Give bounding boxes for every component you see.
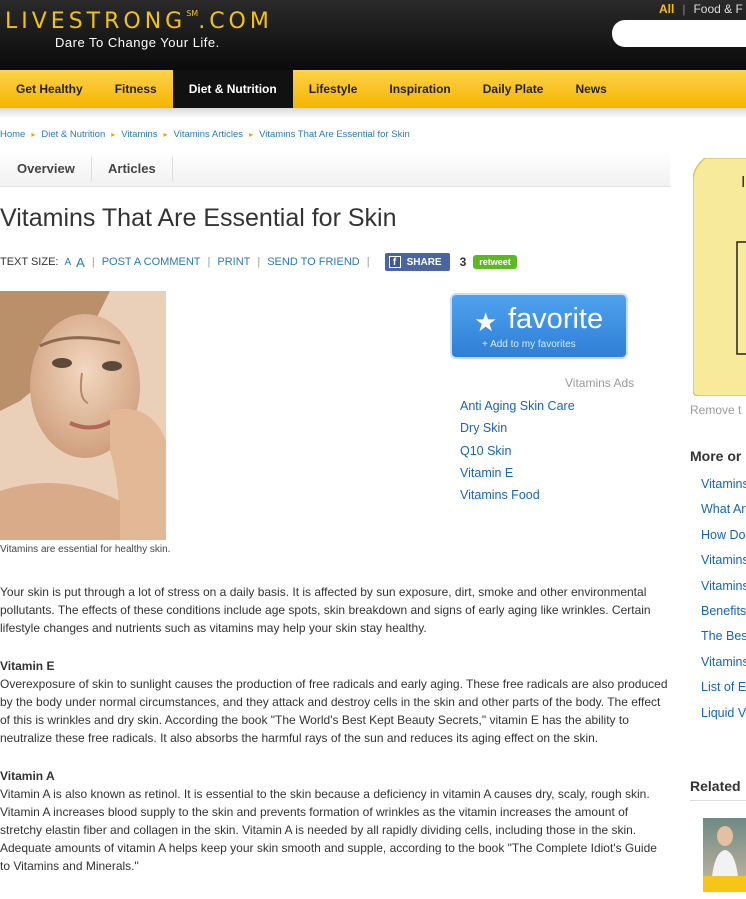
- sub-tabs: Overview Articles: [0, 151, 670, 187]
- divider: |: [257, 256, 261, 268]
- intro-paragraph: Your skin is put through a lot of stress…: [0, 585, 651, 635]
- related-caption-bar: [703, 876, 746, 892]
- top-link-food[interactable]: Food & F: [693, 2, 742, 16]
- breadcrumb-diet-nutrition[interactable]: Diet & Nutrition: [41, 129, 105, 140]
- share-label: SHARE: [406, 256, 442, 268]
- text-size-small-button[interactable]: A: [64, 257, 71, 268]
- ad-link[interactable]: Q10 Skin: [460, 444, 575, 466]
- more-on-heading: More or: [690, 448, 742, 464]
- main-nav: Get Healthy Fitness Diet & Nutrition Lif…: [0, 70, 746, 108]
- breadcrumb-current[interactable]: Vitamins That Are Essential for Skin: [259, 129, 410, 140]
- more-link[interactable]: Vitamins: [701, 553, 746, 578]
- more-link[interactable]: Vitamins: [701, 655, 746, 680]
- ad-link[interactable]: Vitamin E: [460, 466, 575, 488]
- more-link[interactable]: Vitamins: [701, 477, 746, 502]
- divider: |: [366, 256, 370, 268]
- more-links: Vitamins What Ar How Do Vitamins Vitamin…: [701, 477, 746, 731]
- section-heading: Vitamin A: [0, 769, 55, 783]
- text-size-label: TEXT SIZE:: [0, 256, 59, 268]
- nav-shadow: [0, 108, 746, 118]
- tab-articles[interactable]: Articles: [108, 161, 156, 176]
- favorite-sub-label: + Add to my favorites: [482, 339, 576, 350]
- facebook-icon: f: [388, 256, 401, 268]
- related-heading: Related: [690, 778, 741, 794]
- article-image: [0, 291, 166, 540]
- page-title: Vitamins That Are Essential for Skin: [0, 204, 397, 232]
- more-link[interactable]: Liquid V: [701, 706, 746, 731]
- nav-lifestyle[interactable]: Lifestyle: [293, 70, 374, 108]
- sticky-note-icon: [692, 157, 746, 397]
- retweet-button[interactable]: retweet: [473, 255, 517, 269]
- nav-inspiration[interactable]: Inspiration: [373, 70, 466, 108]
- ads-links: Anti Aging Skin Care Dry Skin Q10 Skin V…: [460, 399, 575, 510]
- ad-link[interactable]: Vitamins Food: [460, 488, 575, 510]
- sticky-note-widget[interactable]: I: [692, 157, 746, 397]
- send-to-friend-link[interactable]: SEND TO FRIEND: [267, 256, 360, 268]
- nav-get-healthy[interactable]: Get Healthy: [0, 70, 99, 108]
- top-link-all[interactable]: All: [659, 2, 674, 16]
- divider: [91, 157, 92, 181]
- divider: [172, 157, 173, 181]
- chevron-right-icon: ▸: [249, 130, 254, 139]
- more-link[interactable]: What Ar: [701, 502, 746, 527]
- divider: |: [682, 2, 686, 16]
- section-paragraph: Overexposure of skin to sunlight causes …: [0, 677, 668, 745]
- nav-fitness[interactable]: Fitness: [99, 70, 173, 108]
- remove-link[interactable]: Remove t: [690, 403, 741, 417]
- chevron-right-icon: ▸: [163, 130, 168, 139]
- print-link[interactable]: PRINT: [217, 256, 250, 268]
- ads-label: Vitamins Ads: [565, 376, 635, 390]
- image-caption: Vitamins are essential for healthy skin.: [0, 544, 171, 555]
- chevron-right-icon: ▸: [31, 130, 36, 139]
- retweet-count: 3: [459, 255, 467, 269]
- nav-diet-nutrition[interactable]: Diet & Nutrition: [172, 70, 293, 108]
- breadcrumb: Home ▸ Diet & Nutrition ▸ Vitamins ▸ Vitamins …: [0, 129, 410, 140]
- top-links: All | Food & F: [659, 2, 743, 16]
- breadcrumb-vitamins[interactable]: Vitamins: [121, 129, 157, 140]
- search-input[interactable]: [612, 20, 746, 47]
- article-tools: TEXT SIZE: A A | POST A COMMENT | PRINT …: [0, 253, 517, 271]
- star-icon: ★: [474, 307, 498, 337]
- more-link[interactable]: Benefits: [701, 604, 746, 629]
- tagline: Dare To Change Your Life.: [55, 35, 220, 50]
- favorite-label: favorite: [508, 303, 604, 335]
- favorite-button[interactable]: ★ favorite + Add to my favorites: [450, 293, 628, 359]
- text-size-large-button[interactable]: A: [76, 255, 85, 270]
- woman-face-image: [0, 291, 166, 540]
- article-body: Your skin is put through a lot of stress…: [0, 583, 670, 875]
- nav-news[interactable]: News: [559, 70, 622, 108]
- breadcrumb-vitamins-articles[interactable]: Vitamins Articles: [174, 129, 244, 140]
- post-comment-link[interactable]: POST A COMMENT: [102, 256, 201, 268]
- divider: |: [91, 256, 95, 268]
- ad-link[interactable]: Anti Aging Skin Care: [460, 399, 575, 421]
- section-heading: Vitamin E: [0, 659, 55, 673]
- more-link[interactable]: Vitamins: [701, 579, 746, 604]
- note-letter: I: [741, 174, 746, 191]
- breadcrumb-home[interactable]: Home: [0, 129, 25, 140]
- chevron-right-icon: ▸: [111, 130, 116, 139]
- section-paragraph: Vitamin A is also known as retinol. It i…: [0, 787, 657, 873]
- site-logo[interactable]: LIVESTRONGSM.COM: [5, 9, 273, 34]
- more-link[interactable]: List of E: [701, 680, 746, 705]
- more-link[interactable]: How Do: [701, 528, 746, 553]
- nav-daily-plate[interactable]: Daily Plate: [467, 70, 560, 108]
- divider: |: [207, 256, 211, 268]
- ad-link[interactable]: Dry Skin: [460, 421, 575, 443]
- facebook-share-button[interactable]: f SHARE: [384, 253, 450, 271]
- site-header: LIVESTRONGSM.COM Dare To Change Your Lif…: [0, 0, 746, 70]
- more-link[interactable]: The Bes: [701, 629, 746, 654]
- tab-overview[interactable]: Overview: [17, 161, 75, 176]
